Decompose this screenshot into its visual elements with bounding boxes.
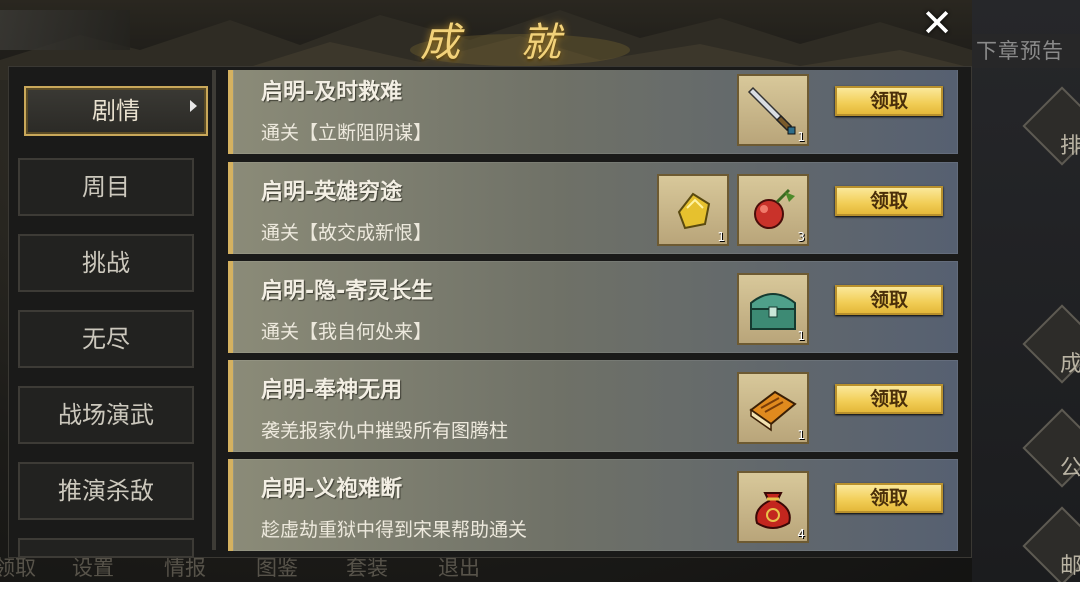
reward-slot[interactable]: 4 bbox=[737, 471, 809, 543]
achievement-desc: 趁虚劫重狱中得到宋果帮助通关 bbox=[261, 519, 528, 541]
achievement-desc: 袭羌报家仇中摧毁所有图腾柱 bbox=[261, 420, 509, 442]
achievement-card: 启明-隐-寄灵长生 通关【我自何处来】 1 领取 bbox=[228, 261, 958, 353]
sword-icon bbox=[747, 86, 796, 135]
reward-slot[interactable]: 1 bbox=[657, 174, 729, 246]
achievement-title: 启明-及时救难 bbox=[261, 80, 403, 105]
claim-button[interactable]: 领取 bbox=[835, 384, 943, 414]
claim-button[interactable]: 领取 bbox=[835, 186, 943, 216]
achievement-card: 启明-英雄穷途 通关【故交成新恨】 1 3 领取 bbox=[228, 162, 958, 254]
bottom-margin bbox=[0, 582, 1080, 607]
reward-slot[interactable]: 1 bbox=[737, 372, 809, 444]
reward-count: 1 bbox=[797, 130, 805, 144]
active-tab-pointer-icon bbox=[190, 100, 197, 112]
achievement-title: 启明-义袍难断 bbox=[261, 477, 403, 502]
reward-count: 1 bbox=[717, 230, 725, 244]
achievement-desc: 通关【故交成新恨】 bbox=[261, 222, 433, 244]
jade-chest-icon bbox=[750, 293, 796, 330]
red-fruit-icon bbox=[754, 188, 795, 229]
achievement-desc: 通关【立断阻阴谋】 bbox=[261, 122, 433, 144]
claim-button[interactable]: 领取 bbox=[835, 86, 943, 116]
achievement-desc: 通关【我自何处来】 bbox=[261, 321, 433, 343]
tab-battlefield-drill[interactable]: 战场演武 bbox=[18, 386, 194, 444]
red-pouch-icon bbox=[755, 492, 791, 529]
reward-count: 4 bbox=[797, 527, 805, 541]
achievement-list[interactable]: 启明-及时救难 通关【立断阻阴谋】 1 领取 启明-英雄穷途 通关【故交成新恨】 bbox=[228, 70, 960, 552]
announcement-icon[interactable]: 公告 bbox=[1020, 408, 1080, 488]
reward-slot[interactable]: 1 bbox=[737, 273, 809, 345]
achievement-title: 启明-隐-寄灵长生 bbox=[261, 279, 434, 304]
mail-icon[interactable]: 邮件 bbox=[1020, 506, 1080, 582]
tab-endless[interactable]: 无尽 bbox=[18, 310, 194, 368]
page-title: 成 就 bbox=[420, 20, 585, 66]
achievement-card: 启明-及时救难 通关【立断阻阴谋】 1 领取 bbox=[228, 70, 958, 154]
reward-slot[interactable]: 1 bbox=[737, 74, 809, 146]
achievement-card: 启明-义袍难断 趁虚劫重狱中得到宋果帮助通关 4 领取 bbox=[228, 459, 958, 551]
tab-challenge[interactable]: 挑战 bbox=[18, 234, 194, 292]
close-icon[interactable]: ✕ bbox=[916, 2, 958, 44]
reward-slot[interactable]: 3 bbox=[737, 174, 809, 246]
reward-count: 3 bbox=[797, 230, 805, 244]
reward-count: 1 bbox=[797, 329, 805, 343]
tab-simulation-kills[interactable]: 推演杀敌 bbox=[18, 462, 194, 520]
reward-count: 1 bbox=[797, 428, 805, 442]
game-scene: 成 就 ✕ 下章预告 排行 成就 公告 邮件 领取 设置 情报 图鉴 套装 退出… bbox=[0, 0, 1080, 582]
tab-playthrough[interactable]: 周目 bbox=[18, 158, 194, 216]
achievement-title: 启明-英雄穷途 bbox=[261, 180, 403, 205]
book-icon bbox=[749, 390, 797, 432]
tab-story[interactable]: 剧情 bbox=[24, 86, 208, 136]
gold-gem-icon bbox=[677, 192, 711, 230]
claim-button[interactable]: 领取 bbox=[835, 285, 943, 315]
panel-divider bbox=[212, 70, 216, 550]
top-left-banner bbox=[0, 10, 130, 50]
achievement-card: 启明-奉神无用 袭羌报家仇中摧毁所有图腾柱 1 领取 bbox=[228, 360, 958, 452]
leaderboard-icon[interactable]: 排行 bbox=[1020, 86, 1080, 166]
tab-more[interactable] bbox=[18, 538, 194, 558]
achievement-icon[interactable]: 成就 bbox=[1020, 304, 1080, 384]
achievement-title: 启明-奉神无用 bbox=[261, 378, 403, 403]
next-chapter-preview[interactable]: 下章预告 bbox=[972, 34, 1080, 68]
claim-button[interactable]: 领取 bbox=[835, 483, 943, 513]
